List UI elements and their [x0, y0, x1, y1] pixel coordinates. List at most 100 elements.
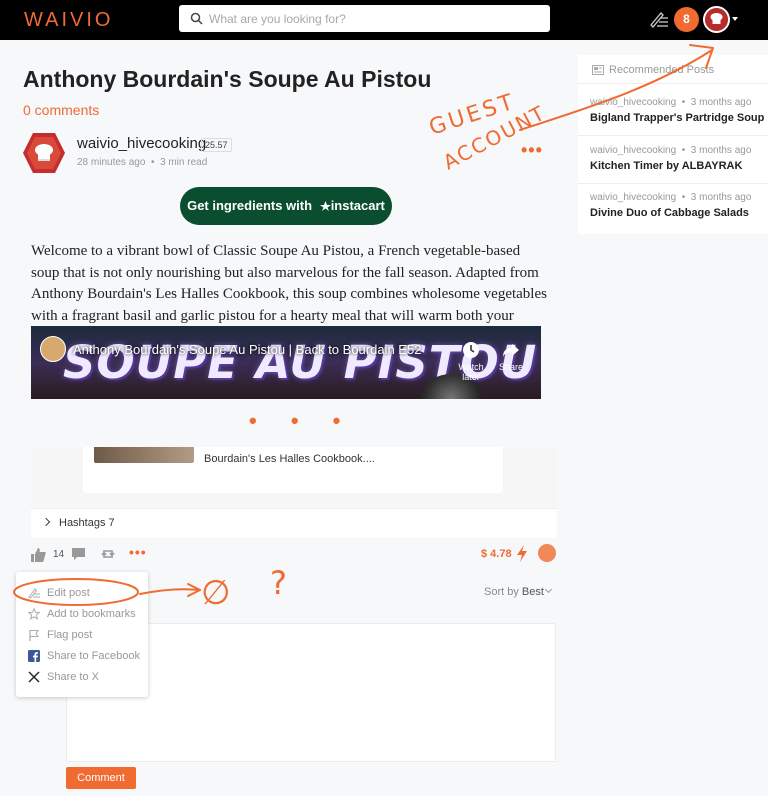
- video-channel-avatar[interactable]: [40, 336, 66, 362]
- meta-separator: •: [678, 145, 689, 156]
- menu-label: Edit post: [47, 587, 90, 599]
- recommended-post[interactable]: waivio_hivecooking • 3 months ago Biglan…: [590, 97, 764, 124]
- search-input[interactable]: [209, 9, 539, 28]
- watch-later-label: Watch later: [458, 362, 484, 382]
- meta-separator: •: [148, 157, 158, 168]
- recommended-post[interactable]: waivio_hivecooking • 3 months ago Kitche…: [590, 145, 760, 172]
- post-title: Anthony Bourdain's Soupe Au Pistou: [23, 66, 432, 92]
- recommended-post-title[interactable]: Kitchen Timer by ALBAYRAK: [590, 160, 760, 172]
- menu-item-flag[interactable]: Flag post: [16, 625, 148, 646]
- comments-count-link[interactable]: 0 comments: [23, 102, 99, 118]
- embedded-text: Bourdain's Les Halles Cookbook....: [204, 453, 375, 465]
- instacart-button[interactable]: Get ingredients with instacart: [180, 187, 392, 225]
- share-arrow-icon: [503, 344, 519, 357]
- read-time: 3 min read: [160, 157, 208, 168]
- account-dropdown-caret[interactable]: [732, 17, 738, 21]
- annotation-guest: GUEST: [426, 89, 519, 140]
- news-icon: [592, 65, 604, 75]
- menu-label: Share to Facebook: [47, 650, 140, 662]
- recommended-post-meta: waivio_hivecooking • 3 months ago: [590, 192, 760, 203]
- video-embed[interactable]: SOUPE AU PISTOU Anthony Bourdain's Soupe…: [31, 326, 541, 399]
- menu-item-share-x[interactable]: Share to X: [16, 667, 148, 688]
- annotation-empty-set: ∅: [201, 573, 231, 613]
- recommended-posts-panel: Recommended Posts waivio_hivecooking • 3…: [578, 55, 768, 234]
- search-bar[interactable]: [179, 5, 550, 32]
- watch-later-button[interactable]: Watch later: [456, 340, 486, 382]
- more-actions-icon[interactable]: •••: [129, 544, 147, 560]
- lightning-icon[interactable]: [515, 545, 529, 562]
- chef-hat-icon: [705, 8, 728, 31]
- reblog-icon[interactable]: [100, 547, 116, 561]
- reputation-badge: 25.57: [201, 138, 232, 152]
- comment-submit-button[interactable]: Comment: [66, 767, 136, 789]
- recommended-post[interactable]: waivio_hivecooking • 3 months ago Divine…: [590, 192, 760, 219]
- top-bar: WAIVIO 8: [0, 0, 768, 40]
- recommended-post-author[interactable]: waivio_hivecooking: [590, 145, 676, 156]
- sort-value: Best: [521, 586, 544, 598]
- video-share-label: Share: [498, 362, 524, 372]
- menu-label: Flag post: [47, 629, 93, 641]
- instacart-prefix: Get ingredients with: [187, 198, 313, 213]
- edit-icon: [28, 588, 40, 599]
- annotation-question-mark: ?: [270, 564, 287, 602]
- video-share-button[interactable]: Share: [496, 340, 526, 372]
- recommended-post-author[interactable]: waivio_hivecooking: [590, 97, 676, 108]
- recommended-post-time: 3 months ago: [690, 192, 752, 203]
- meta-separator: •: [678, 192, 689, 203]
- waivio-logo[interactable]: WAIVIO: [24, 9, 113, 32]
- menu-item-share-facebook[interactable]: Share to Facebook: [16, 646, 148, 667]
- voter-avatar[interactable]: [538, 544, 556, 562]
- sort-comments[interactable]: Sort by Best: [484, 586, 544, 598]
- hashtags-toggle[interactable]: Hashtags 7: [31, 508, 557, 538]
- facebook-icon: [28, 650, 40, 662]
- video-title[interactable]: Anthony Bourdain's Soupe Au Pistou | Bac…: [73, 342, 421, 357]
- post-meta: 28 minutes ago • 3 min read: [77, 157, 207, 168]
- divider: [578, 183, 768, 184]
- recommended-post-meta: waivio_hivecooking • 3 months ago: [590, 97, 760, 108]
- sort-prefix: Sort by: [484, 586, 519, 598]
- recommended-post-meta: waivio_hivecooking • 3 months ago: [590, 145, 760, 156]
- user-avatar[interactable]: [703, 6, 730, 33]
- embedded-thumbnail: [94, 447, 194, 463]
- post-options-icon[interactable]: •••: [521, 140, 543, 161]
- post-time: 28 minutes ago: [77, 157, 146, 168]
- recommended-post-title[interactable]: Bigland Trapper's Partridge Soup: [590, 112, 764, 124]
- embedded-card-inner[interactable]: Bourdain's Les Halles Cookbook....: [83, 447, 503, 493]
- like-icon[interactable]: [31, 548, 46, 562]
- menu-label: Share to X: [47, 671, 99, 683]
- annotation-arrow-to-empty-set: [139, 588, 201, 595]
- recommended-post-title[interactable]: Divine Duo of Cabbage Salads: [590, 207, 760, 219]
- recommended-post-author[interactable]: waivio_hivecooking: [590, 192, 676, 203]
- flag-icon: [29, 630, 39, 641]
- annotation-account: ACCOUNT: [439, 100, 550, 174]
- recommended-post-time: 3 months ago: [690, 145, 752, 156]
- embedded-card: Bourdain's Les Halles Cookbook....: [31, 447, 557, 507]
- chevron-down-icon[interactable]: [544, 585, 553, 594]
- write-post-icon[interactable]: [649, 10, 669, 28]
- author-avatar[interactable]: [23, 133, 65, 173]
- star-icon: [28, 608, 40, 620]
- author-name[interactable]: waivio_hivecooking: [77, 135, 206, 152]
- clock-icon: [463, 342, 479, 358]
- post-actions-menu: Edit post Add to bookmarks Flag post Sha…: [16, 572, 148, 697]
- notifications-badge[interactable]: 8: [674, 7, 699, 32]
- menu-item-bookmark[interactable]: Add to bookmarks: [16, 604, 148, 625]
- instacart-brand: instacart: [330, 198, 385, 213]
- divider: [578, 83, 768, 84]
- menu-label: Add to bookmarks: [47, 608, 136, 620]
- menu-item-edit-post[interactable]: Edit post: [16, 583, 148, 604]
- like-count: 14: [53, 549, 65, 560]
- recommended-posts-header: Recommended Posts: [609, 64, 715, 76]
- payout-amount[interactable]: $ 4.78: [481, 548, 512, 560]
- annotation-ellipsis: • • •: [249, 408, 355, 433]
- meta-separator: •: [678, 97, 689, 108]
- comment-icon[interactable]: [71, 547, 86, 561]
- carrot-icon: [319, 201, 331, 211]
- chevron-right-icon: [41, 517, 51, 527]
- annotation-arrowhead: [187, 583, 201, 597]
- hashtags-label: Hashtags 7: [59, 517, 115, 529]
- x-icon: [28, 671, 40, 683]
- divider: [578, 135, 768, 136]
- search-icon: [190, 12, 203, 25]
- recommended-post-time: 3 months ago: [690, 97, 752, 108]
